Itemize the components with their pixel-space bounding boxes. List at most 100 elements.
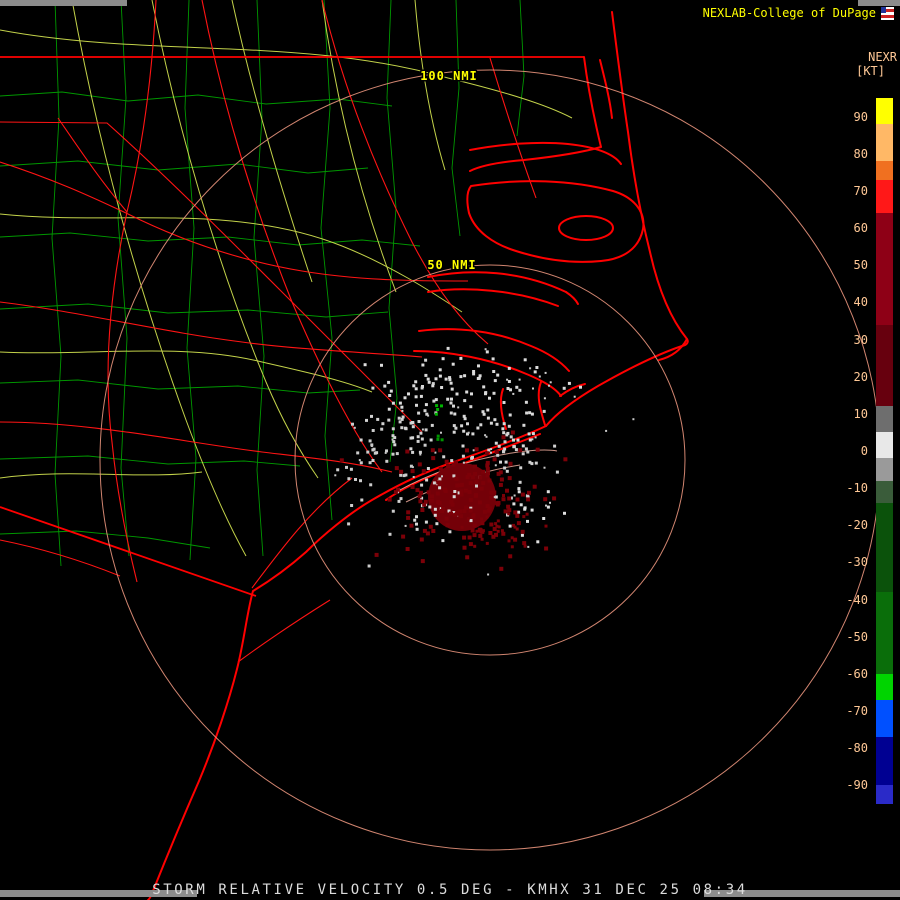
echo-pixel <box>445 378 448 381</box>
echo-pixel <box>525 447 528 450</box>
echo-pixel <box>468 536 472 540</box>
echo-pixel <box>531 413 534 416</box>
echo-pixel <box>453 490 456 493</box>
echo-pixel <box>419 432 422 435</box>
echo-pixel <box>481 481 485 485</box>
echo-pixel <box>465 448 469 452</box>
echo-pixel <box>422 503 426 507</box>
echo-pixel <box>430 494 434 498</box>
echo-pixel <box>508 554 512 558</box>
echo-pixel <box>503 422 506 425</box>
echo-pixel <box>518 389 521 392</box>
echo-pixel <box>395 466 399 470</box>
brand-title: NEXLAB-College of DuPage <box>703 6 876 20</box>
echo-pixel <box>471 529 475 533</box>
echo-pixel <box>366 451 369 454</box>
echo-pixel <box>510 435 513 438</box>
echo-pixel <box>521 534 524 537</box>
echo-pixel <box>495 450 499 454</box>
echo-pixel <box>506 379 508 381</box>
echo-pixel <box>498 525 501 528</box>
echo-pixel <box>406 510 410 514</box>
echo-pixel <box>469 509 473 513</box>
echo-pixel <box>464 489 468 493</box>
echo-pixel <box>487 574 489 576</box>
echo-pixel <box>466 475 470 479</box>
echo-pixel <box>354 478 357 481</box>
echo-pixel <box>481 470 485 474</box>
nexlab-logo-icon <box>881 7 894 20</box>
lake-mattamuskeet <box>559 216 613 240</box>
echo-pixel <box>453 495 456 498</box>
echo-pixel <box>521 530 525 534</box>
echo-pixel <box>400 406 403 409</box>
logo-stripe <box>881 15 894 18</box>
echo-pixel <box>418 499 422 503</box>
secondary-road <box>0 472 202 478</box>
echo-pixel <box>347 522 350 525</box>
echo-pixel <box>534 370 537 373</box>
echo-pixel <box>434 508 437 511</box>
echo-pixel <box>467 517 470 520</box>
echo-pixel <box>492 357 495 360</box>
echo-pixel <box>416 488 420 492</box>
echo-pixel <box>439 375 442 378</box>
county-line <box>321 0 332 520</box>
echo-pixel <box>547 506 550 509</box>
albemarle-sound-shore <box>470 143 621 164</box>
echo-pixel <box>495 464 497 466</box>
echo-pixel <box>392 439 394 441</box>
echo-pixel <box>542 517 545 520</box>
currituck-shore <box>470 57 601 171</box>
echo-pixel <box>455 512 459 516</box>
echo-pixel <box>502 435 506 439</box>
echo-pixel <box>396 488 400 492</box>
echo-pixel <box>488 397 491 400</box>
echo-pixel <box>488 479 492 483</box>
echo-pixel <box>527 491 531 495</box>
echo-pixel <box>388 408 391 411</box>
echo-pixel <box>385 460 388 463</box>
pamlico-river-south <box>428 289 558 306</box>
echo-pixel <box>463 374 466 377</box>
echo-pixel <box>419 454 421 456</box>
echo-pixel <box>359 459 361 461</box>
echo-pixel <box>514 495 516 497</box>
echo-pixel <box>465 391 468 394</box>
echo-pixel <box>497 530 500 533</box>
echo-pixel <box>463 399 466 402</box>
echo-pixel <box>448 376 451 379</box>
echo-pixel <box>509 388 512 391</box>
echo-pixel <box>419 491 423 495</box>
echo-pixel <box>470 519 473 522</box>
echo-pixel <box>360 439 363 442</box>
echo-pixel <box>502 497 506 501</box>
echo-pixel <box>563 457 567 461</box>
echo-pixel <box>525 412 528 415</box>
echo-pixel <box>359 479 362 482</box>
echo-pixel <box>427 415 429 417</box>
echo-pixel <box>473 524 477 528</box>
echo-pixel <box>521 493 525 497</box>
echo-pixel <box>506 470 509 473</box>
echo-pixel <box>419 451 422 454</box>
echo-pixel <box>350 468 353 471</box>
echo-pixel <box>437 435 440 438</box>
echo-pixel <box>371 445 373 447</box>
echo-pixel <box>522 452 525 455</box>
echo-pixel <box>460 424 463 427</box>
echo-pixel <box>415 404 418 407</box>
echo-pixel <box>420 484 423 487</box>
echo-pixel <box>404 427 407 430</box>
echo-pixel <box>438 482 442 486</box>
echo-pixel <box>411 421 414 424</box>
echo-pixel <box>439 467 443 471</box>
echo-pixel <box>501 427 504 430</box>
product-label: NEXR <box>868 50 897 64</box>
county-line <box>254 0 264 556</box>
echo-pixel <box>505 461 508 464</box>
echo-pixel <box>404 396 407 399</box>
echo-pixel <box>407 392 410 395</box>
echo-pixel <box>411 436 414 439</box>
pamlico-mouth <box>566 292 578 304</box>
